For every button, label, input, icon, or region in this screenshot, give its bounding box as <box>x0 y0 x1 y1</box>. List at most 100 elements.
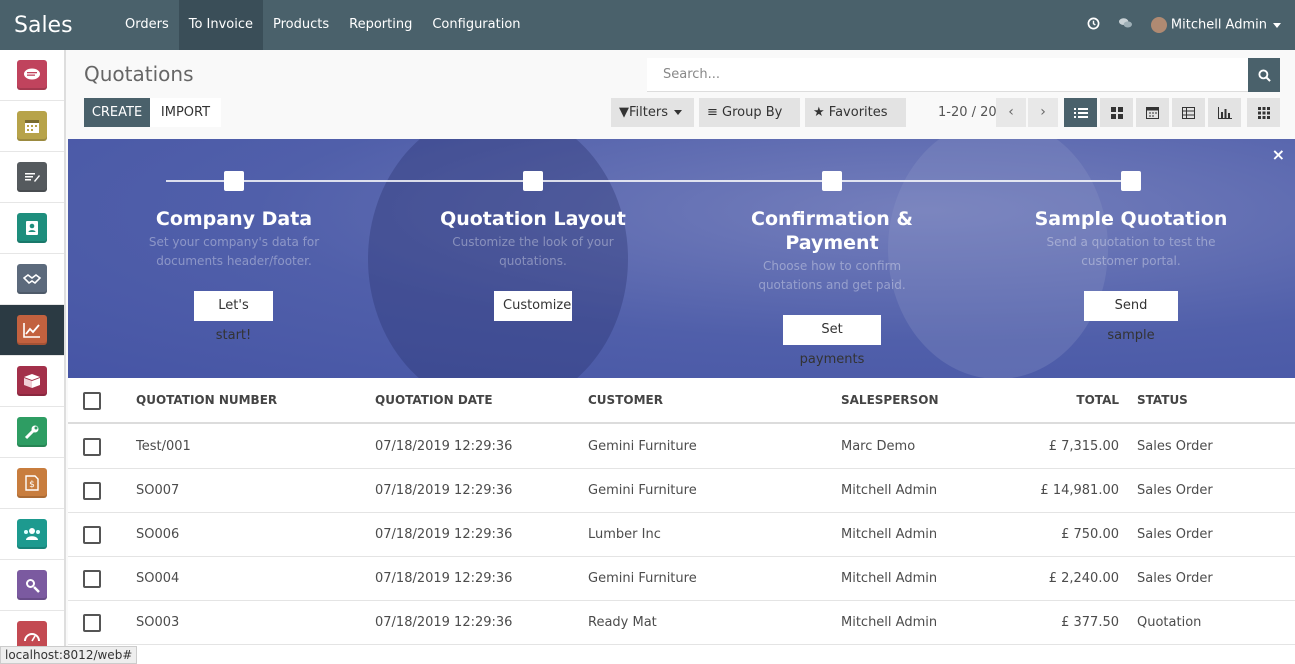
step-title: Sample Quotation <box>1034 208 1228 230</box>
quotation-date: 07/18/2019 12:29:36 <box>375 571 513 586</box>
quotation-number: SO003 <box>136 615 180 630</box>
user-menu[interactable]: Mitchell Admin <box>1150 17 1281 33</box>
sidebar-item-search[interactable] <box>0 560 64 611</box>
sidebar-item-calendar[interactable] <box>0 101 64 152</box>
sales-chart-icon <box>17 315 47 345</box>
crm-handshake-icon <box>17 264 47 294</box>
salesperson: Mitchell Admin <box>841 483 938 498</box>
settings-wrench-icon <box>17 417 47 447</box>
quotation-date: 07/18/2019 12:29:36 <box>375 439 513 454</box>
column-header-quotation-date[interactable]: QUOTATION DATE <box>375 378 493 424</box>
calendar-view-button[interactable] <box>1136 98 1169 127</box>
page-title: Quotations <box>84 62 194 86</box>
quotation-number: SO004 <box>136 571 180 586</box>
sidebar-item-invoicing[interactable]: $ <box>0 458 64 509</box>
notes-icon <box>17 162 47 192</box>
pivot-view-button[interactable] <box>1172 98 1205 127</box>
step-marker <box>224 171 244 191</box>
row-checkbox[interactable] <box>83 482 101 500</box>
quotation-date: 07/18/2019 12:29:36 <box>375 483 513 498</box>
menu-configuration[interactable]: Configuration <box>422 0 530 50</box>
import-button[interactable]: IMPORT <box>150 98 221 127</box>
row-checkbox[interactable] <box>83 526 101 544</box>
onboarding-step-sample-quotation: Sample Quotation Send a quotation to tes… <box>1031 207 1231 271</box>
search-button[interactable] <box>1248 58 1280 92</box>
sidebar-item-discuss[interactable] <box>0 50 64 101</box>
step-description: Send a quotation to test the customer po… <box>1046 235 1216 268</box>
quotation-date: 07/18/2019 12:29:36 <box>375 615 513 630</box>
set-payments-button[interactable]: Set payments <box>783 315 881 367</box>
send-sample-button[interactable]: Send sample <box>1084 291 1178 343</box>
grid-icon <box>1257 106 1270 119</box>
step-marker <box>1121 171 1141 191</box>
filters-dropdown[interactable]: ▼Filters <box>611 98 694 127</box>
customer: Gemini Furniture <box>588 439 697 454</box>
table-row[interactable]: SO004 07/18/2019 12:29:36 Gemini Furnitu… <box>68 557 1295 601</box>
app-title[interactable]: Sales <box>0 13 115 38</box>
close-icon[interactable]: × <box>1272 145 1285 164</box>
menu-reporting[interactable]: Reporting <box>339 0 422 50</box>
total: £ 750.00 <box>1061 527 1119 542</box>
chevron-down-icon <box>673 110 682 115</box>
row-checkbox[interactable] <box>83 438 101 456</box>
column-header-status[interactable]: STATUS <box>1137 378 1188 424</box>
groupby-dropdown[interactable]: ≡ Group By <box>699 98 800 144</box>
pager-next-button[interactable]: › <box>1028 98 1058 127</box>
invoicing-icon: $ <box>17 468 47 498</box>
column-header-customer[interactable]: CUSTOMER <box>588 378 663 424</box>
salesperson: Mitchell Admin <box>841 527 938 542</box>
row-checkbox[interactable] <box>83 614 101 632</box>
column-header-quotation-number[interactable]: QUOTATION NUMBER <box>136 378 277 424</box>
pager-previous-button[interactable]: ‹ <box>996 98 1026 127</box>
sidebar-item-sales[interactable] <box>0 305 64 356</box>
inventory-box-icon <box>17 366 47 396</box>
favorites-dropdown[interactable]: ★ Favorites <box>805 98 906 144</box>
menu-products[interactable]: Products <box>263 0 339 50</box>
messages-chat-icon[interactable] <box>1118 17 1133 34</box>
sidebar-item-contacts[interactable] <box>0 203 64 254</box>
lets-start-button[interactable]: Let's start! <box>194 291 273 343</box>
column-header-salesperson[interactable]: SALESPERSON <box>841 378 939 424</box>
sidebar-item-employees[interactable] <box>0 509 64 560</box>
step-marker <box>523 171 543 191</box>
table-row[interactable]: Test/001 07/18/2019 12:29:36 Gemini Furn… <box>68 425 1295 469</box>
table-row[interactable]: SO007 07/18/2019 12:29:36 Gemini Furnitu… <box>68 469 1295 513</box>
select-all-checkbox[interactable] <box>83 392 101 410</box>
grid-view-button[interactable] <box>1247 98 1280 127</box>
favorites-label: Favorites <box>828 105 888 120</box>
table-header: QUOTATION NUMBER QUOTATION DATE CUSTOMER… <box>68 378 1295 424</box>
table-row[interactable]: SO003 07/18/2019 12:29:36 Ready Mat Mitc… <box>68 601 1295 645</box>
svg-text:$: $ <box>29 480 35 490</box>
customize-button[interactable]: Customize <box>494 291 572 321</box>
menu-to-invoice[interactable]: To Invoice <box>178 0 264 50</box>
row-checkbox[interactable] <box>83 570 101 588</box>
pivot-table-icon <box>1182 106 1195 119</box>
filter-funnel-icon: ▼ <box>619 105 629 120</box>
filters-label: Filters <box>629 105 668 120</box>
activity-clock-icon[interactable] <box>1087 17 1100 34</box>
sidebar-item-inventory[interactable] <box>0 356 64 407</box>
user-name: Mitchell Admin <box>1170 17 1267 33</box>
list-view-icon <box>1073 107 1088 118</box>
column-header-total[interactable]: TOTAL <box>1019 378 1119 424</box>
chevron-left-icon: ‹ <box>1008 104 1014 120</box>
discuss-icon <box>17 60 47 90</box>
create-button[interactable]: CREATE <box>84 98 150 127</box>
groupby-bars-icon: ≡ <box>707 105 718 120</box>
menu-orders[interactable]: Orders <box>115 0 179 50</box>
search-icon <box>1257 68 1271 82</box>
table-row[interactable]: SO006 07/18/2019 12:29:36 Lumber Inc Mit… <box>68 513 1295 557</box>
status: Sales Order <box>1137 571 1213 586</box>
status: Quotation <box>1137 615 1202 630</box>
kanban-view-button[interactable] <box>1100 98 1133 127</box>
sidebar-item-crm[interactable] <box>0 254 64 305</box>
salesperson: Mitchell Admin <box>841 615 938 630</box>
quotation-number: Test/001 <box>136 439 191 454</box>
list-view-button[interactable] <box>1064 98 1097 127</box>
sidebar-item-notes[interactable] <box>0 152 64 203</box>
search-input[interactable]: Search... <box>647 58 1248 92</box>
graph-view-button[interactable] <box>1208 98 1241 127</box>
sidebar-item-settings[interactable] <box>0 407 64 458</box>
pager-value[interactable]: 1-20 / 20 <box>938 98 997 127</box>
chevron-right-icon: › <box>1040 104 1046 120</box>
